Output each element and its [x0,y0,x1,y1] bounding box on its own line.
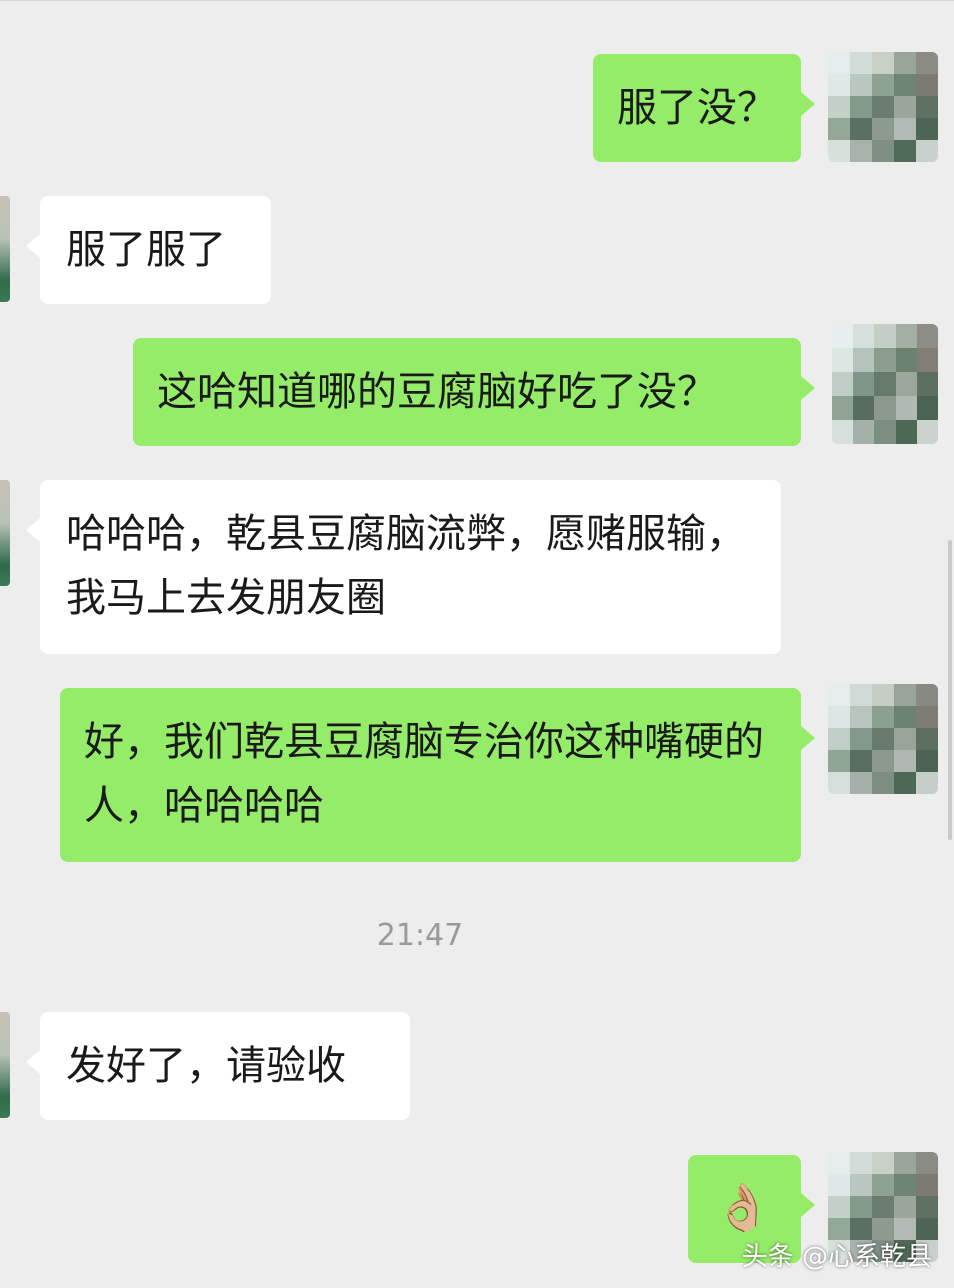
scrollbar[interactable] [948,540,952,840]
friend-avatar[interactable] [0,196,10,302]
message-text: 好，我们乾县豆腐脑专治你这种嘴硬的人，哈哈哈哈 [84,719,764,829]
ok-hand-emoji-icon: 👌🏼 [714,1180,772,1234]
top-divider [0,0,954,1]
message-timestamp: 21:47 [376,918,464,953]
message-bubble-sent[interactable]: 好，我们乾县豆腐脑专治你这种嘴硬的人，哈哈哈哈 [60,688,815,862]
friend-avatar[interactable] [0,480,10,586]
my-avatar[interactable] [832,324,938,444]
watermark: 头条 @心系乾县 [741,1242,932,1272]
message-text: 这哈知道哪的豆腐脑好吃了没？ [157,369,717,415]
friend-avatar[interactable] [0,1012,10,1118]
my-avatar[interactable] [828,52,938,162]
message-bubble-received[interactable]: 发好了，请验收 [26,1012,410,1120]
message-text: 发好了，请验收 [66,1043,346,1089]
my-avatar[interactable] [828,684,938,794]
message-bubble-received[interactable]: 哈哈哈，乾县豆腐脑流弊，愿赌服输，我马上去发朋友圈 [26,480,781,654]
message-bubble-sent[interactable]: 这哈知道哪的豆腐脑好吃了没？ [133,338,815,446]
message-bubble-received[interactable]: 服了服了 [26,196,271,304]
message-text: 哈哈哈，乾县豆腐脑流弊，愿赌服输，我马上去发朋友圈 [66,511,746,621]
message-bubble-sent[interactable]: 服了没？ [593,54,815,162]
message-text: 服了没？ [617,85,777,131]
message-text: 服了服了 [66,227,226,273]
